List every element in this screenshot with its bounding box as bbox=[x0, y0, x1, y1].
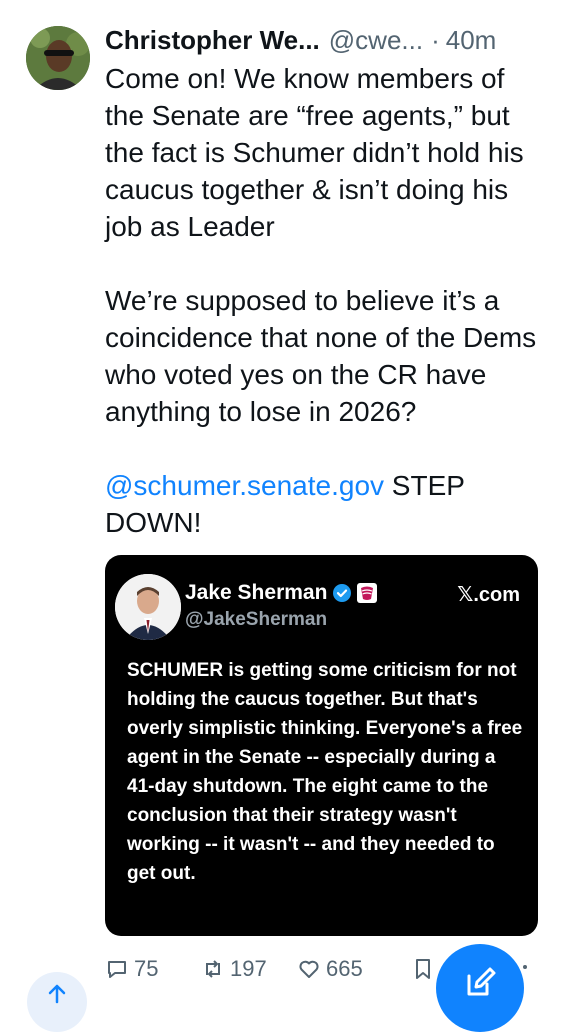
post-time[interactable]: 40m bbox=[446, 25, 497, 56]
repost-count: 197 bbox=[230, 956, 267, 981]
quoted-post-text: SCHUMER is getting some criticism for no… bbox=[127, 660, 523, 884]
post: Christopher We... @cwe... · 40m Come on!… bbox=[0, 0, 561, 1032]
arrow-up-icon bbox=[48, 984, 66, 1004]
affiliate-badge-icon bbox=[357, 583, 378, 603]
author-handle[interactable]: @cwe... bbox=[329, 25, 423, 56]
post-paragraph: Come on! We know members of the Senate a… bbox=[105, 63, 524, 242]
post-paragraph: We’re supposed to believe it’s a coincid… bbox=[105, 285, 537, 427]
reply-count: 75 bbox=[134, 956, 159, 981]
scroll-to-top-button[interactable] bbox=[27, 972, 87, 1032]
repost-button[interactable]: 197 bbox=[201, 952, 267, 986]
quoted-author-avatar bbox=[115, 574, 181, 640]
quoted-source-label: 𝕏.com bbox=[457, 584, 520, 606]
reply-icon bbox=[108, 961, 126, 978]
quoted-author-handle: @JakeSherman bbox=[185, 609, 328, 630]
verified-badge-icon bbox=[333, 584, 352, 602]
post-paragraph: @schumer.senate.gov STEP DOWN! bbox=[105, 467, 545, 541]
like-count: 665 bbox=[326, 956, 363, 981]
more-options-icon[interactable] bbox=[523, 965, 527, 969]
author-name[interactable]: Christopher We... bbox=[105, 25, 320, 56]
quoted-author-name: Jake Sherman bbox=[185, 581, 328, 604]
quoted-name-row: Jake Sherman bbox=[185, 579, 378, 607]
post-body: Come on! We know members of the Senate a… bbox=[105, 60, 545, 541]
reply-button[interactable]: 75 bbox=[105, 952, 158, 986]
like-button[interactable]: 665 bbox=[297, 952, 363, 986]
embedded-image-card[interactable]: Jake Sherman @JakeSherman 𝕏.com SCHUMER … bbox=[105, 555, 538, 936]
mention-link[interactable]: @schumer.senate.gov bbox=[105, 470, 384, 501]
post-header: Christopher We... @cwe... · 40m bbox=[105, 22, 541, 58]
compose-icon bbox=[467, 967, 496, 996]
separator-dot: · bbox=[431, 24, 440, 55]
repost-icon bbox=[206, 960, 220, 978]
bookmark-icon bbox=[416, 959, 430, 979]
compose-button[interactable] bbox=[436, 944, 524, 1032]
heart-icon bbox=[299, 960, 319, 978]
author-avatar[interactable] bbox=[26, 26, 90, 90]
